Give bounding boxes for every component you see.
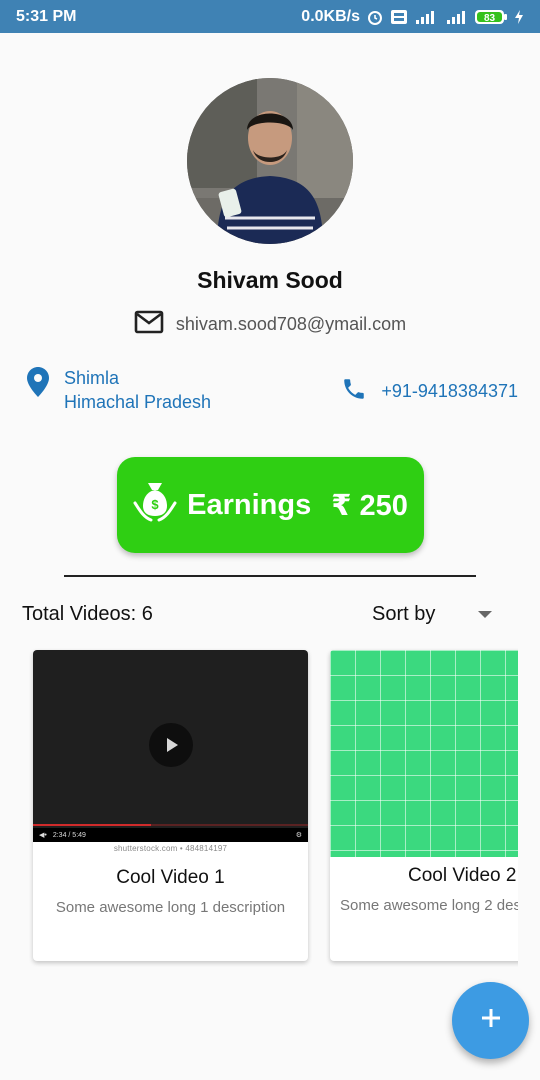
videos-list[interactable]: ◀• 2:34 / 5:49 ⚙ shutterstock.com • 4848… <box>22 640 518 974</box>
video-thumbnail <box>330 650 518 857</box>
settings-icon: ⚙ <box>295 832 302 839</box>
phone-icon <box>341 376 367 407</box>
status-right: 0.0KB/s 83 <box>301 8 524 26</box>
video-progress-fill <box>33 824 151 826</box>
charging-icon <box>514 9 524 25</box>
thumbnail-watermark: shutterstock.com • 484814197 <box>113 844 228 853</box>
earnings-label: Earnings <box>187 488 312 521</box>
location-state: Himachal Pradesh <box>64 392 212 412</box>
video-description: Some awesome long 1 description <box>55 899 286 916</box>
signal-icon <box>446 9 468 25</box>
volte-icon <box>390 9 408 25</box>
location-pin-icon <box>26 366 50 403</box>
video-controls: ◀• 2:34 / 5:49 ⚙ <box>33 828 308 842</box>
phone-text: +91-9418384371 <box>381 381 518 401</box>
battery-level: 83 <box>484 13 496 24</box>
volume-icon: ◀• <box>39 832 47 839</box>
battery-icon: 83 <box>474 8 508 26</box>
video-thumbnail: ◀• 2:34 / 5:49 ⚙ <box>33 650 308 842</box>
add-video-button[interactable] <box>452 982 529 1059</box>
video-description: Some awesome long 2 description <box>340 897 518 914</box>
earnings-amount: ₹ 250 <box>331 489 408 522</box>
video-title: Cool Video 2 <box>408 865 517 886</box>
avatar-photo <box>187 78 353 244</box>
profile-name: Shivam Sood <box>197 267 343 293</box>
phone-block[interactable]: +91-9418384371 <box>341 376 518 407</box>
profile-avatar[interactable] <box>187 78 353 244</box>
video-card[interactable]: ◀• 2:34 / 5:49 ⚙ shutterstock.com • 4848… <box>33 650 308 961</box>
earnings-button[interactable]: $ Earnings ₹ 250 <box>117 457 424 553</box>
dropdown-arrow-icon <box>478 611 492 618</box>
video-card[interactable]: Cool Video 2 Some awesome long 2 descrip… <box>330 650 518 961</box>
status-bar: 5:31 PM 0.0KB/s 83 <box>0 0 540 33</box>
plus-icon <box>480 1007 502 1034</box>
video-time: 2:34 / 5:49 <box>52 831 86 839</box>
email-row: shivam.sood708@ymail.com <box>0 310 540 339</box>
video-title: Cool Video 1 <box>116 867 225 888</box>
location-city: Shimla <box>64 368 120 388</box>
total-videos-label: Total Videos: 6 <box>22 603 153 625</box>
sort-by-dropdown[interactable]: Sort by <box>372 603 502 626</box>
svg-text:$: $ <box>152 497 160 512</box>
signal-4g-icon <box>414 9 440 25</box>
network-speed: 0.0KB/s <box>301 7 360 25</box>
location-block: Shimla Himachal Pradesh <box>26 366 211 414</box>
section-divider <box>64 575 476 577</box>
play-icon[interactable] <box>149 723 193 767</box>
alarm-icon <box>366 8 384 26</box>
email-text[interactable]: shivam.sood708@ymail.com <box>176 314 406 335</box>
mail-icon <box>134 310 164 339</box>
money-bag-icon: $ <box>133 479 177 531</box>
sort-by-label: Sort by <box>372 603 436 625</box>
status-time: 5:31 PM <box>16 7 77 25</box>
location-text: Shimla Himachal Pradesh <box>64 366 211 414</box>
